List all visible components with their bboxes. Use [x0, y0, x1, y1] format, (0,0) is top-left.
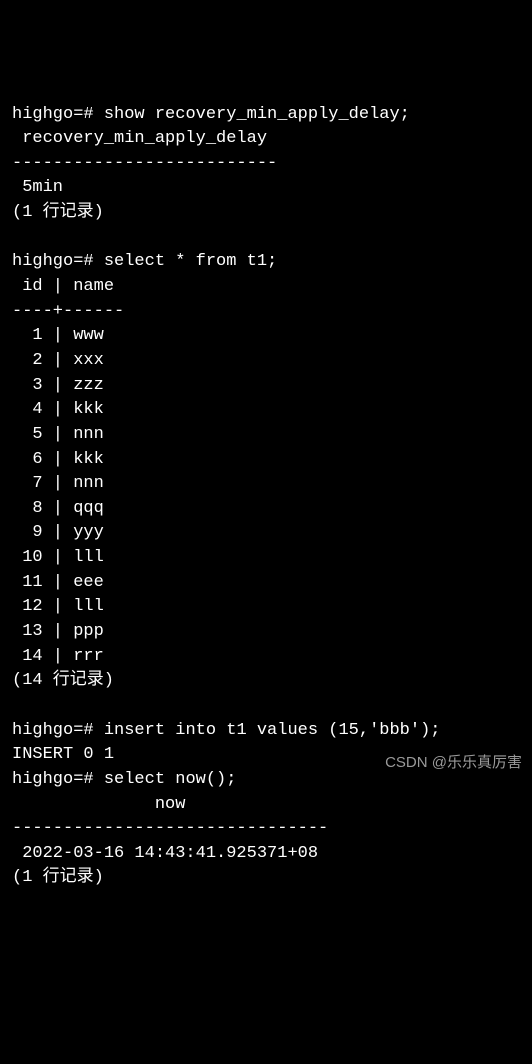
result-header-4: now [12, 795, 185, 814]
command-2: select * from t1; [104, 252, 277, 271]
table-separator: ----+------ [12, 302, 124, 321]
result-footer-2: (14 行记录) [12, 671, 114, 690]
command-1: show recovery_min_apply_delay; [104, 105, 410, 124]
table-row: 7 | nnn [12, 474, 104, 493]
table-row: 6 | kkk [12, 450, 104, 469]
table-row: 5 | nnn [12, 425, 104, 444]
table-row: 1 | www [12, 326, 104, 345]
table-row: 12 | lll [12, 597, 104, 616]
table-row: 8 | qqq [12, 499, 104, 518]
table-row: 14 | rrr [12, 647, 104, 666]
command-4: select now(); [104, 770, 237, 789]
separator-4: ------------------------------- [12, 819, 328, 838]
result-3: INSERT 0 1 [12, 745, 114, 764]
prompt: highgo=# [12, 770, 94, 789]
prompt: highgo=# [12, 721, 94, 740]
prompt: highgo=# [12, 252, 94, 271]
table-row: 13 | ppp [12, 622, 104, 641]
table-row: 11 | eee [12, 573, 104, 592]
table-row: 3 | zzz [12, 376, 104, 395]
result-header-1: recovery_min_apply_delay [12, 129, 267, 148]
prompt: highgo=# [12, 105, 94, 124]
separator-1: -------------------------- [12, 154, 277, 173]
result-value-4: 2022-03-16 14:43:41.925371+08 [12, 844, 318, 863]
watermark: CSDN @乐乐真厉害 [385, 752, 522, 774]
table-header: id | name [12, 277, 114, 296]
table-row: 2 | xxx [12, 351, 104, 370]
command-3: insert into t1 values (15,'bbb'); [104, 721, 441, 740]
table-row: 10 | lll [12, 548, 104, 567]
result-footer-1: (1 行记录) [12, 203, 104, 222]
table-row: 4 | kkk [12, 400, 104, 419]
table-row: 9 | yyy [12, 523, 104, 542]
result-footer-4: (1 行记录) [12, 868, 104, 887]
result-value-1: 5min [12, 178, 63, 197]
